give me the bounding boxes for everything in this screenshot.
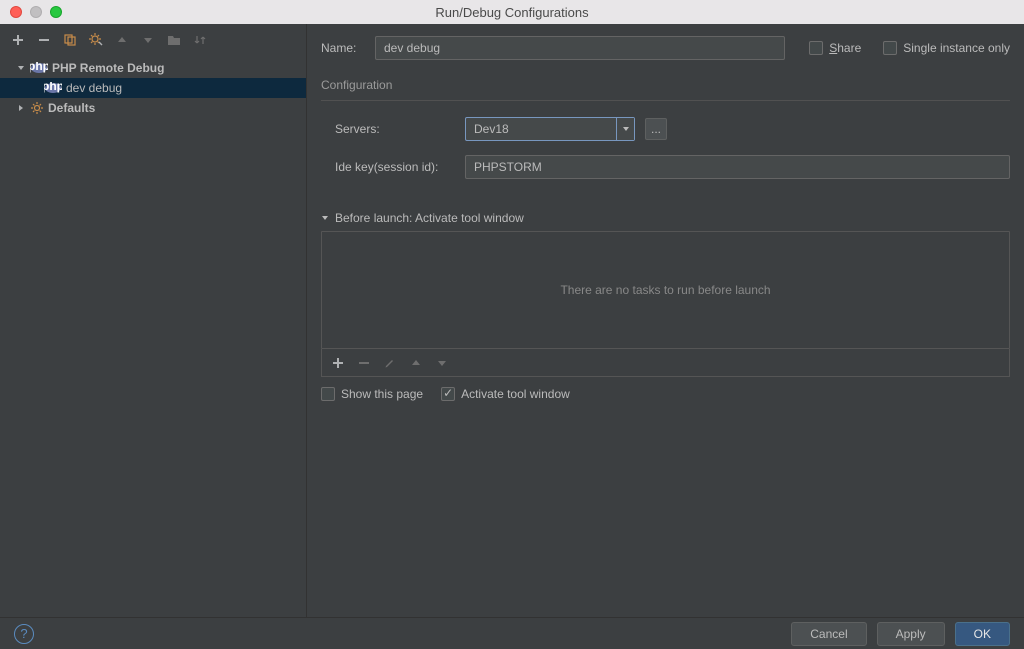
task-up-button[interactable] (408, 355, 424, 371)
cancel-button[interactable]: Cancel (791, 622, 866, 646)
tree-item-dev-debug[interactable]: php dev debug (0, 78, 306, 98)
show-this-page-label: Show this page (341, 387, 423, 401)
ide-key-label: Ide key(session id): (335, 160, 455, 174)
task-down-button[interactable] (434, 355, 450, 371)
tree-defaults-label: Defaults (48, 101, 95, 115)
remove-task-button[interactable] (356, 355, 372, 371)
apply-button[interactable]: Apply (877, 622, 945, 646)
sort-button[interactable] (192, 32, 208, 48)
copy-config-button[interactable] (62, 32, 78, 48)
move-down-button[interactable] (140, 32, 156, 48)
folder-button[interactable] (166, 32, 182, 48)
close-window-icon[interactable] (10, 6, 22, 18)
add-config-button[interactable] (10, 32, 26, 48)
before-launch-header[interactable]: Before launch: Activate tool window (321, 211, 1010, 225)
before-launch-tasks: There are no tasks to run before launch (321, 231, 1010, 349)
share-label: Share (829, 41, 861, 55)
window-title: Run/Debug Configurations (0, 5, 1024, 20)
divider (321, 100, 1010, 101)
single-instance-label: Single instance only (903, 41, 1010, 55)
gear-icon (30, 101, 44, 115)
name-label: Name: (321, 41, 363, 55)
ide-key-input[interactable] (465, 155, 1010, 179)
add-task-button[interactable] (330, 355, 346, 371)
chevron-down-icon[interactable] (616, 118, 634, 140)
servers-value: Dev18 (466, 122, 616, 136)
edit-task-button[interactable] (382, 355, 398, 371)
single-instance-checkbox[interactable]: Single instance only (883, 41, 1010, 55)
tree-category-php-remote[interactable]: php PHP Remote Debug (0, 58, 306, 78)
checkbox-icon (883, 41, 897, 55)
footer: ? Cancel Apply OK (0, 617, 1024, 649)
servers-label: Servers: (335, 122, 455, 136)
svg-text:php: php (30, 62, 48, 73)
checkbox-icon (321, 387, 335, 401)
before-launch-toolbar (321, 349, 1010, 377)
edit-defaults-button[interactable] (88, 32, 104, 48)
php-icon: php (44, 82, 62, 94)
titlebar: Run/Debug Configurations (0, 0, 1024, 24)
minimize-window-icon[interactable] (30, 6, 42, 18)
maximize-window-icon[interactable] (50, 6, 62, 18)
share-checkbox[interactable]: Share (809, 41, 861, 55)
php-icon: php (30, 62, 48, 74)
before-launch-title: Before launch: Activate tool window (335, 211, 524, 225)
show-this-page-checkbox[interactable]: Show this page (321, 387, 423, 401)
no-tasks-message: There are no tasks to run before launch (560, 283, 770, 297)
ok-button[interactable]: OK (955, 622, 1010, 646)
name-input[interactable] (375, 36, 785, 60)
activate-tool-checkbox[interactable]: Activate tool window (441, 387, 570, 401)
chevron-down-icon (16, 63, 26, 73)
svg-text:php: php (44, 82, 62, 93)
chevron-right-icon (16, 103, 26, 113)
servers-select[interactable]: Dev18 (465, 117, 635, 141)
remove-config-button[interactable] (36, 32, 52, 48)
main-panel: Name: Share Single instance only Configu… (307, 24, 1024, 617)
chevron-down-icon (321, 214, 329, 222)
activate-tool-label: Activate tool window (461, 387, 570, 401)
checkbox-icon (441, 387, 455, 401)
config-tree: php PHP Remote Debug php dev debug Defau… (0, 56, 306, 617)
configuration-section-title: Configuration (321, 78, 1010, 92)
move-up-button[interactable] (114, 32, 130, 48)
window-controls (0, 6, 62, 18)
tree-category-label: PHP Remote Debug (52, 61, 164, 75)
servers-browse-button[interactable]: ... (645, 118, 667, 140)
checkbox-icon (809, 41, 823, 55)
sidebar: php PHP Remote Debug php dev debug Defau… (0, 24, 307, 617)
tree-defaults[interactable]: Defaults (0, 98, 306, 118)
sidebar-toolbar (0, 24, 306, 56)
help-button[interactable]: ? (14, 624, 34, 644)
tree-item-label: dev debug (66, 81, 122, 95)
